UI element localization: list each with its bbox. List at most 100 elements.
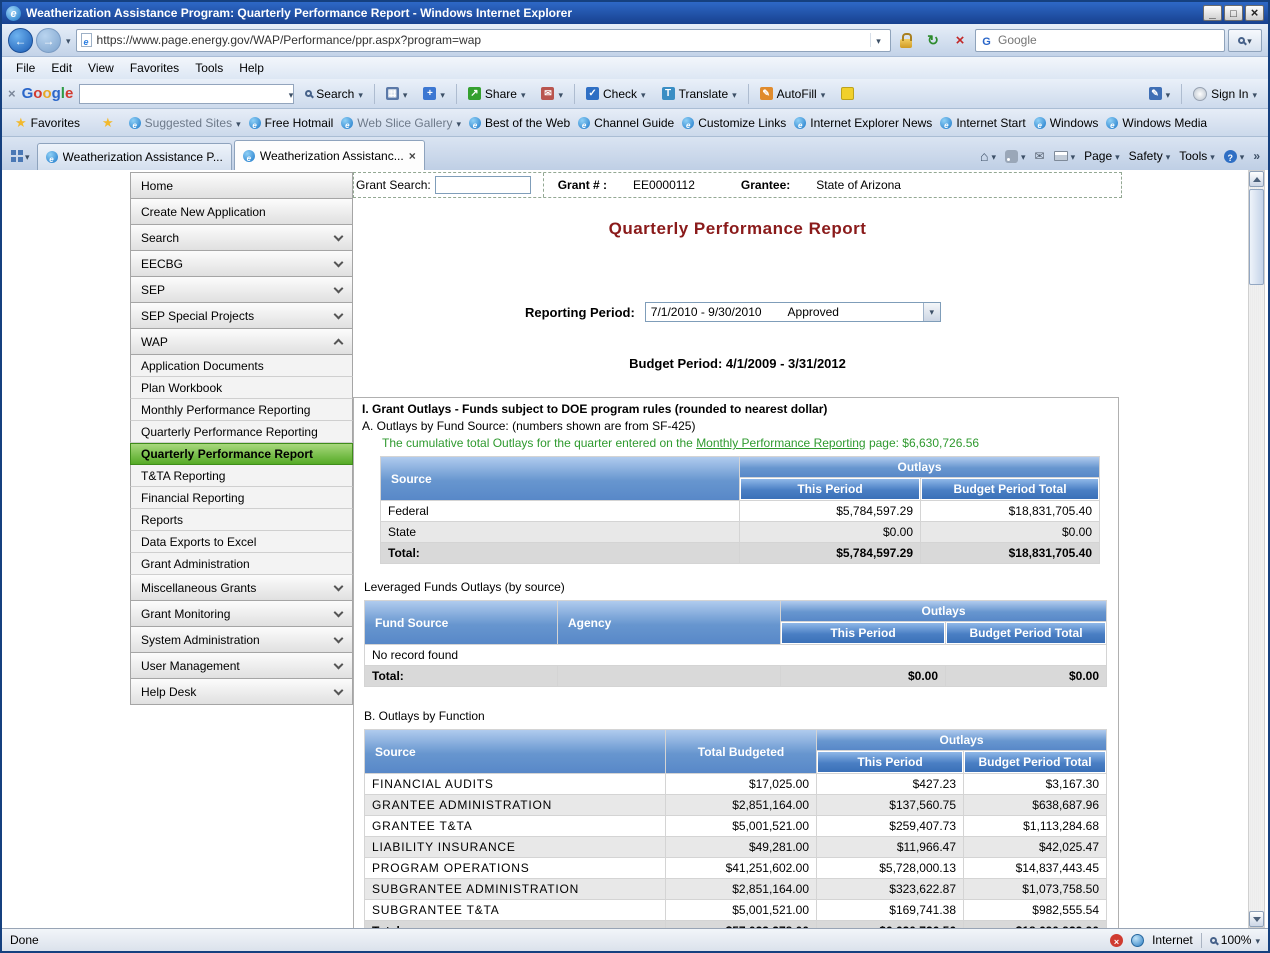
sidebar-item-system-administration[interactable]: System Administration [130, 627, 353, 653]
sign-in-button[interactable]: Sign In [1188, 84, 1262, 104]
sidebar-item-create-new-application[interactable]: Create New Application [130, 199, 353, 225]
translate-button[interactable]: Translate [657, 84, 742, 104]
tab-1[interactable]: Weatherization Assistance P... [37, 143, 232, 170]
maximize-button[interactable] [1224, 5, 1243, 21]
favorites-button[interactable]: Favorites [8, 111, 87, 135]
close-toolbar-icon[interactable] [8, 86, 16, 101]
sidebar-item-grant-administration[interactable]: Grant Administration [130, 553, 353, 575]
column-header-budget-period-total[interactable]: Budget Period Total [921, 478, 1099, 500]
sidebar-item-financial-reporting[interactable]: Financial Reporting [130, 487, 353, 509]
column-header-this-period[interactable]: This Period [740, 478, 920, 500]
column-header-budget-period-total[interactable]: Budget Period Total [946, 622, 1106, 644]
column-header-this-period[interactable]: This Period [781, 622, 945, 644]
menu-help[interactable]: Help [231, 59, 272, 77]
tab-2-active[interactable]: Weatherization Assistanc... [234, 140, 425, 170]
read-mail-button[interactable] [1035, 149, 1045, 163]
menu-tools[interactable]: Tools [187, 59, 231, 77]
zoom-level-button[interactable]: 100% [1210, 933, 1260, 947]
email-button[interactable] [536, 84, 568, 104]
monthly-performance-reporting-link[interactable]: Monthly Performance Reporting [696, 436, 865, 450]
stop-button[interactable] [948, 29, 972, 52]
sidebar-item-search[interactable]: Search [130, 225, 353, 251]
google-toolbar-search-box[interactable] [79, 84, 294, 104]
security-lock-button[interactable] [894, 29, 918, 52]
sidebar-item-eecbg[interactable]: EECBG [130, 251, 353, 277]
print-button[interactable] [1054, 149, 1076, 163]
sidebar-item-application-documents[interactable]: Application Documents [130, 355, 353, 377]
google-search-button[interactable]: Search [300, 84, 368, 104]
menu-file[interactable]: File [8, 59, 43, 77]
page-menu-button[interactable]: Page [1084, 149, 1120, 163]
sidebar-item-user-management[interactable]: User Management [130, 653, 353, 679]
favorite-windows-media[interactable]: Windows Media [1106, 116, 1207, 130]
favorite-customize-links[interactable]: Customize Links [682, 116, 786, 130]
search-go-button[interactable] [1228, 29, 1262, 52]
sidebar-item-sep[interactable]: SEP [130, 277, 353, 303]
scroll-down-button[interactable] [1249, 911, 1264, 927]
sidebar-item-data-exports-to-excel[interactable]: Data Exports to Excel [130, 531, 353, 553]
sidebar-item-miscellaneous-grants[interactable]: Miscellaneous Grants [130, 575, 353, 601]
browser-search-box[interactable] [975, 29, 1225, 52]
url-text[interactable]: https://www.page.energy.gov/WAP/Performa… [97, 33, 865, 47]
sidebar-item-home[interactable]: Home [130, 173, 353, 199]
google-search-history-dropdown[interactable] [289, 87, 294, 101]
sidebar-item-quarterly-performance-report[interactable]: Quarterly Performance Report [130, 443, 353, 465]
spellcheck-button[interactable]: Check [581, 84, 651, 104]
refresh-button[interactable] [921, 29, 945, 52]
add-favorite-button[interactable] [95, 111, 121, 135]
minimize-button[interactable] [1203, 5, 1222, 21]
scrollbar-thumb[interactable] [1249, 189, 1264, 285]
favorite-best-of-the-web[interactable]: Best of the Web [469, 116, 570, 130]
url-box[interactable]: https://www.page.energy.gov/WAP/Performa… [76, 29, 891, 52]
favorite-suggested-sites[interactable]: Suggested Sites [129, 116, 241, 130]
feeds-button[interactable] [1005, 149, 1026, 163]
grant-search-input[interactable] [435, 176, 531, 194]
sidebar-item-sep-special-projects[interactable]: SEP Special Projects [130, 303, 353, 329]
column-header-budget-period-total[interactable]: Budget Period Total [964, 751, 1106, 773]
favorite-internet-start[interactable]: Internet Start [940, 116, 1025, 130]
close-tab-icon[interactable] [409, 149, 416, 163]
reporting-period-select[interactable]: 7/1/2010 - 9/30/2010 Approved [645, 302, 941, 322]
sidebar-item-wap[interactable]: WAP [130, 329, 353, 355]
browser-search-input[interactable] [998, 33, 1220, 47]
url-dropdown[interactable] [870, 33, 886, 47]
sidebar-item-tta-reporting[interactable]: T&TA Reporting [130, 465, 353, 487]
scroll-up-button[interactable] [1249, 171, 1264, 187]
forward-button[interactable] [36, 28, 61, 53]
share-button[interactable]: Share [463, 84, 531, 104]
favorite-ie-news[interactable]: Internet Explorer News [794, 116, 932, 130]
add-bookmark-button[interactable] [418, 84, 450, 104]
close-button[interactable] [1245, 5, 1264, 21]
column-header-this-period[interactable]: This Period [817, 751, 963, 773]
select-dropdown-button[interactable] [923, 303, 940, 321]
menu-edit[interactable]: Edit [43, 59, 80, 77]
quick-tabs-button[interactable] [6, 145, 35, 167]
menu-favorites[interactable]: Favorites [122, 59, 187, 77]
highlighter-button[interactable] [836, 84, 859, 103]
apps-button[interactable] [381, 84, 413, 104]
page-error-icon[interactable] [1110, 934, 1123, 947]
sidebar-item-plan-workbook[interactable]: Plan Workbook [130, 377, 353, 399]
autofill-button[interactable]: AutoFill [755, 84, 831, 104]
favorite-free-hotmail[interactable]: Free Hotmail [249, 116, 334, 130]
sidebar-item-reports[interactable]: Reports [130, 509, 353, 531]
safety-menu-button[interactable]: Safety [1129, 149, 1171, 163]
menu-view[interactable]: View [80, 59, 122, 77]
favorite-channel-guide[interactable]: Channel Guide [578, 116, 674, 130]
sidebar-item-grant-monitoring[interactable]: Grant Monitoring [130, 601, 353, 627]
help-button[interactable] [1224, 149, 1245, 163]
more-commands-button[interactable] [1253, 149, 1260, 163]
sidebar-item-monthly-performance-reporting[interactable]: Monthly Performance Reporting [130, 399, 353, 421]
recent-pages-dropdown[interactable] [64, 33, 73, 47]
back-button[interactable] [8, 28, 33, 53]
favorite-windows[interactable]: Windows [1034, 116, 1099, 130]
favorite-web-slice-gallery[interactable]: Web Slice Gallery [341, 116, 461, 130]
vertical-scrollbar[interactable] [1248, 170, 1265, 928]
sidebar-item-help-desk[interactable]: Help Desk [130, 679, 353, 705]
pen-button[interactable] [1144, 84, 1176, 104]
tools-menu-button[interactable]: Tools [1179, 149, 1215, 163]
search-options-dropdown[interactable] [1247, 33, 1252, 47]
home-button[interactable] [980, 148, 996, 164]
google-toolbar-search-input[interactable] [80, 87, 288, 101]
sidebar-item-quarterly-performance-reporting[interactable]: Quarterly Performance Reporting [130, 421, 353, 443]
